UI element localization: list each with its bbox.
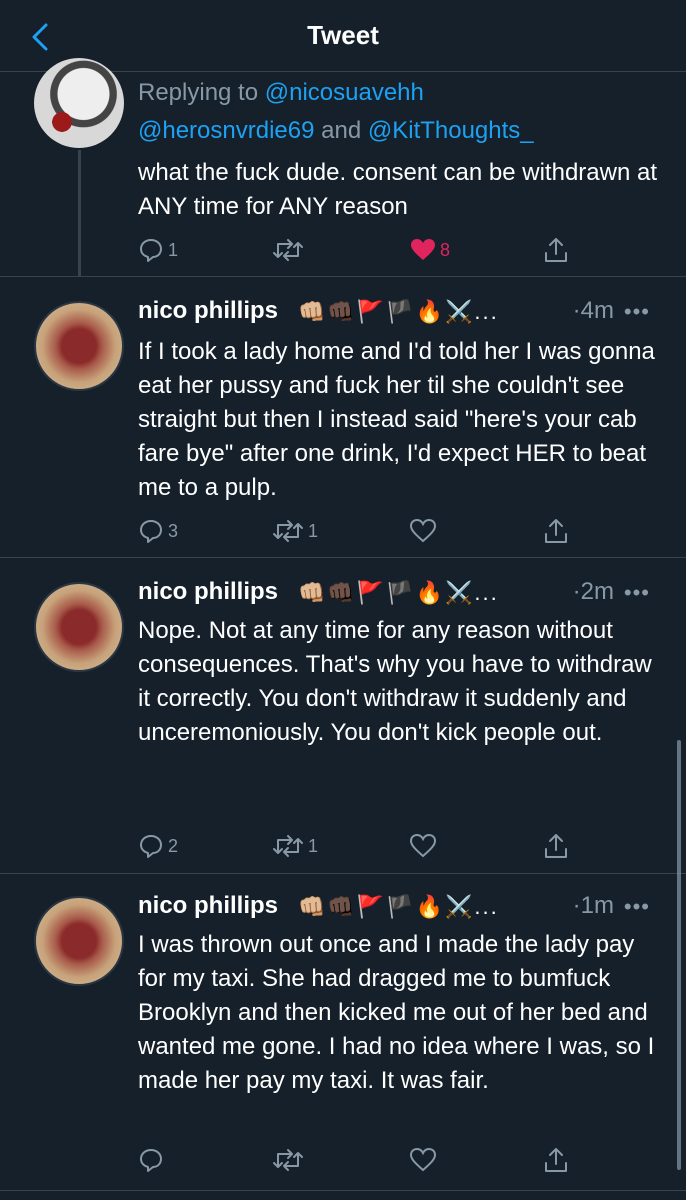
- heart-icon: [410, 834, 436, 858]
- retweet-button[interactable]: [272, 1144, 308, 1176]
- avatar[interactable]: [34, 582, 124, 672]
- reply-icon: [140, 1149, 162, 1172]
- tweet-actions: 1 8: [138, 234, 578, 266]
- display-name[interactable]: nico phillips: [138, 892, 278, 920]
- tweet-text: Nope. Not at any time for any reason wit…: [138, 617, 659, 746]
- tweet-text: If I took a lady home and I'd told her I…: [138, 338, 662, 501]
- like-count: 8: [440, 239, 451, 260]
- timestamp[interactable]: ·2m: [573, 578, 614, 606]
- mention-link[interactable]: @herosnvrdie69: [138, 117, 314, 144]
- tweet-header: nico phillips 👊🏼👊🏿🚩🏴🔥⚔️... ·1m •••: [138, 892, 658, 928]
- reply-button[interactable]: [138, 1144, 168, 1176]
- reply-count: 1: [168, 239, 179, 260]
- share-icon: [545, 238, 567, 262]
- share-icon: [545, 1148, 567, 1172]
- tweet-reply[interactable]: Replying to @nicosuavehh @herosnvrdie69 a…: [0, 58, 686, 276]
- like-button[interactable]: [410, 830, 440, 862]
- thread-line: [78, 150, 81, 276]
- more-icon[interactable]: •••: [624, 580, 650, 606]
- avatar[interactable]: [34, 896, 124, 986]
- like-button[interactable]: [410, 515, 440, 547]
- and-word: and: [314, 117, 368, 144]
- retweet-icon: [273, 1149, 303, 1171]
- share-button[interactable]: [542, 1144, 570, 1176]
- tweet[interactable]: nico phillips 👊🏼👊🏿🚩🏴🔥⚔️... ·1m ••• I was…: [0, 874, 686, 1190]
- name-emojis: 👊🏼👊🏿🚩🏴🔥⚔️...: [298, 894, 499, 919]
- tweet[interactable]: nico phillips 👊🏼👊🏿🚩🏴🔥⚔️... ·2m ••• Nope.…: [0, 558, 686, 873]
- more-icon[interactable]: •••: [624, 299, 650, 325]
- mention-link[interactable]: @nicosuavehh: [265, 79, 424, 106]
- avatar[interactable]: [34, 58, 124, 148]
- tweet[interactable]: nico phillips 👊🏼👊🏿🚩🏴🔥⚔️... ·4m ••• If I …: [0, 277, 686, 557]
- reply-count: 2: [168, 835, 179, 856]
- reply-button[interactable]: 3: [138, 515, 178, 547]
- reply-icon: [140, 835, 162, 858]
- timestamp[interactable]: ·4m: [573, 297, 614, 325]
- share-icon: [545, 834, 567, 858]
- retweet-icon: [273, 520, 303, 542]
- heart-icon: [411, 239, 435, 260]
- more-icon[interactable]: •••: [624, 894, 650, 920]
- retweet-button[interactable]: 1: [272, 830, 318, 862]
- reply-prefix: Replying to: [138, 79, 265, 106]
- top-bar: Tweet: [0, 0, 686, 72]
- reply-icon: [140, 520, 162, 543]
- reply-icon: [140, 239, 162, 262]
- share-button[interactable]: [542, 515, 570, 547]
- heart-icon: [410, 519, 436, 543]
- retweet-button[interactable]: 1: [272, 515, 318, 547]
- tweet-text: I was thrown out once and I made the lad…: [138, 931, 661, 1094]
- retweet-count: 1: [308, 835, 319, 856]
- avatar[interactable]: [34, 301, 124, 391]
- tweet-actions: [138, 1144, 578, 1176]
- reply-count: 3: [168, 520, 179, 541]
- share-button[interactable]: [542, 830, 570, 862]
- retweet-icon: [273, 835, 303, 857]
- display-name[interactable]: nico phillips: [138, 578, 278, 606]
- like-button[interactable]: [410, 1144, 440, 1176]
- scrollbar[interactable]: [677, 740, 681, 1170]
- replying-to: Replying to @nicosuavehh @herosnvrdie69 a…: [138, 74, 534, 150]
- share-icon: [545, 519, 567, 543]
- tweet-text: what the fuck dude. consent can be withd…: [138, 159, 663, 220]
- share-button[interactable]: [542, 234, 570, 266]
- retweet-button[interactable]: [272, 234, 308, 266]
- tweet-actions: 2 1: [138, 830, 578, 862]
- like-button[interactable]: 8: [410, 234, 450, 266]
- divider: [0, 1190, 686, 1191]
- tweet-header: nico phillips 👊🏼👊🏿🚩🏴🔥⚔️... ·4m •••: [138, 297, 658, 333]
- heart-icon: [410, 1148, 436, 1172]
- retweet-count: 1: [308, 520, 319, 541]
- name-emojis: 👊🏼👊🏿🚩🏴🔥⚔️...: [298, 299, 499, 324]
- tweet-actions: 3 1: [138, 515, 578, 547]
- tweet-header: nico phillips 👊🏼👊🏿🚩🏴🔥⚔️... ·2m •••: [138, 578, 658, 614]
- retweet-icon: [273, 239, 303, 261]
- reply-button[interactable]: 1: [138, 234, 178, 266]
- name-emojis: 👊🏼👊🏿🚩🏴🔥⚔️...: [298, 580, 499, 605]
- mention-link[interactable]: @KitThoughts_: [368, 117, 534, 144]
- reply-button[interactable]: 2: [138, 830, 178, 862]
- display-name[interactable]: nico phillips: [138, 297, 278, 325]
- page-title: Tweet: [307, 20, 379, 50]
- timestamp[interactable]: ·1m: [573, 892, 614, 920]
